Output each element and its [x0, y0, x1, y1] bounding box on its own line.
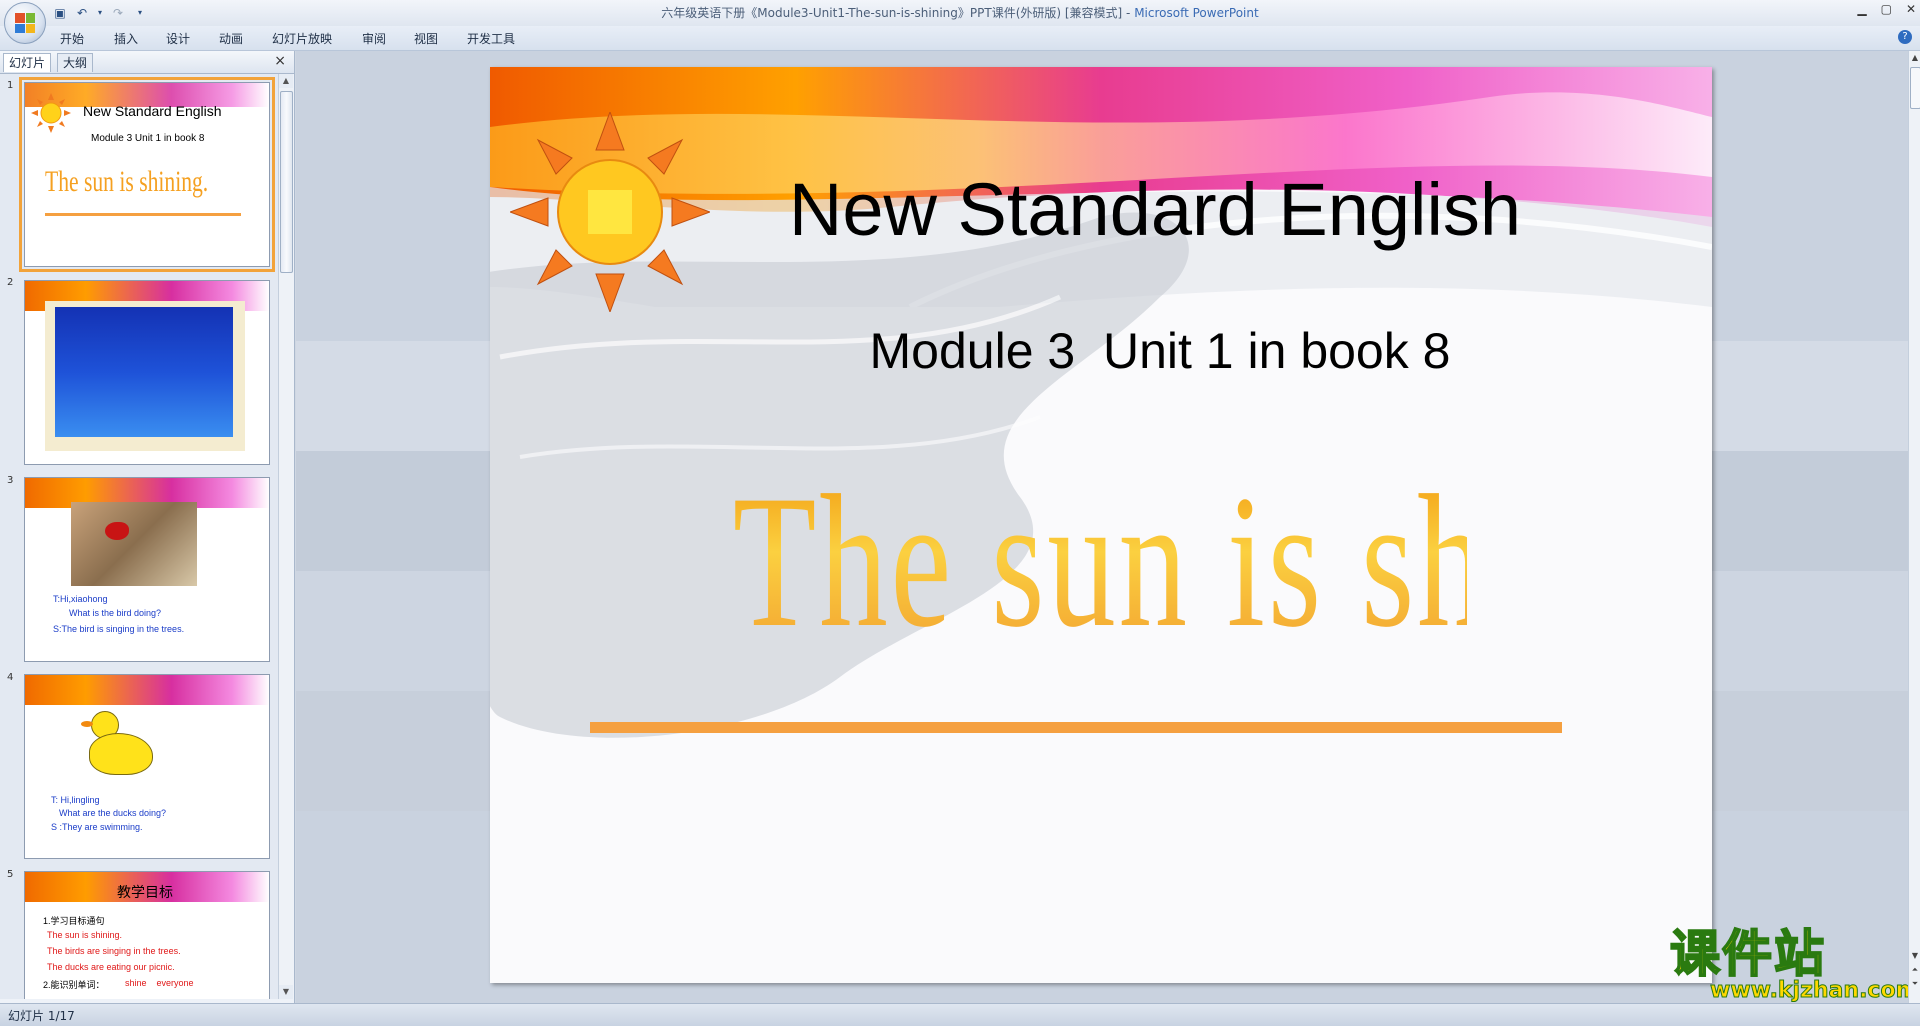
site-watermark: 课件站 www.kjzhan.com [1669, 925, 1919, 1004]
thumbnail-slide-1[interactable]: New Standard English Module 3 Unit 1 in … [19, 77, 275, 272]
thumbnail-slide-3[interactable]: T:Hi,xiaohong What is the bird doing? S:… [24, 477, 270, 662]
redo-icon[interactable]: ↷ [110, 5, 126, 21]
office-logo-icon [15, 13, 35, 33]
thumbnail-line: The birds are singing in the trees. [47, 946, 181, 956]
previous-slide-icon[interactable]: ⏶ [1909, 965, 1920, 975]
sun-icon [510, 112, 710, 312]
document-title: 六年级英语下册《Module3-Unit1-The-sun-is-shining… [661, 6, 1135, 20]
slides-panel: 幻灯片 大纲 × 1 New Standard English Module 3… [0, 51, 295, 1003]
next-slide-icon[interactable]: ⏷ [1909, 979, 1920, 989]
thumbnail-slide-5[interactable]: 教学目标 1.学习目标通句 The sun is shining. The bi… [24, 871, 270, 999]
watermark-logo-text: 课件站 [1669, 925, 1826, 983]
thumbnail-wordart: The sun is shining. [45, 165, 209, 198]
tab-slides[interactable]: 幻灯片 [3, 53, 52, 72]
tab-view[interactable]: 视图 [414, 30, 438, 47]
thumbnail-line: What are the ducks doing? [59, 808, 167, 818]
office-button[interactable] [4, 2, 46, 44]
thumbnail-line: The ducks are eating our picnic. [47, 962, 175, 972]
thumbnail-subtitle: Module 3 Unit 1 in book 8 [91, 133, 205, 144]
thumbnail-line: S :They are swimming. [51, 822, 143, 832]
slide-wordart[interactable]: The sun is shining. [733, 462, 1712, 662]
thumbnail-line: S:The bird is singing in the trees. [53, 624, 185, 634]
tab-insert[interactable]: 插入 [114, 30, 138, 47]
thumbnail-line: What is the bird doing? [69, 608, 162, 618]
quick-access-toolbar: ▣ ↶ ▾ ↷ ▾ [52, 3, 148, 23]
panel-tabs: 幻灯片 大纲 × [0, 51, 294, 74]
tab-developer[interactable]: 开发工具 [467, 30, 515, 47]
thumbnail-number: 1 [7, 80, 14, 91]
save-icon[interactable]: ▣ [52, 5, 68, 21]
current-slide[interactable]: New Standard English Module 3 Unit 1 in … [490, 67, 1712, 983]
maximize-icon[interactable]: ▢ [1881, 2, 1892, 16]
tab-review[interactable]: 审阅 [362, 30, 386, 47]
scrollbar-thumb[interactable] [280, 91, 293, 273]
thumbnail-line: 1.学习目标通句 [43, 916, 105, 926]
close-icon[interactable]: ✕ [1906, 2, 1916, 16]
scroll-down-icon[interactable]: ▼ [279, 985, 293, 999]
ribbon-tabs: 开始 插入 设计 动画 幻灯片放映 审阅 视图 开发工具 [0, 26, 1920, 51]
scroll-down-icon[interactable]: ▼ [1909, 951, 1920, 961]
tab-slideshow[interactable]: 幻灯片放映 [272, 30, 332, 47]
thumbnail-title: 教学目标 [117, 884, 173, 900]
thumbnail-number: 4 [7, 672, 14, 683]
scrollbar-thumb[interactable] [1910, 67, 1920, 109]
customize-toolbar-icon[interactable]: ▾ [132, 5, 148, 21]
thumbnail-number: 5 [7, 869, 14, 880]
thumbnail-number: 3 [7, 475, 14, 486]
slide-counter: 幻灯片 1/17 [8, 1009, 75, 1023]
bird-image [71, 502, 197, 586]
thumbnail-line: 2.能识别单词： [43, 980, 105, 990]
thumbnail-line: shine everyone [125, 978, 194, 988]
tab-outline[interactable]: 大纲 [57, 53, 94, 72]
thumbnail-line: The sun is shining. [47, 930, 123, 940]
thumbnail-list: 1 New Standard English Module 3 Unit 1 i… [0, 74, 278, 999]
wordart-underline [590, 722, 1562, 733]
thumbnail-title: New Standard English [83, 103, 222, 119]
slide-scrollbar[interactable]: ▲ ▼ ⏶ ⏷ [1908, 51, 1920, 1003]
duck-image [81, 703, 169, 783]
thumbnail-slide-4[interactable]: T: Hi,lingling What are the ducks doing?… [24, 674, 270, 859]
title-bar: 六年级英语下册《Module3-Unit1-The-sun-is-shining… [0, 0, 1920, 27]
watermark-url: www.kjzhan.com [1710, 978, 1920, 1004]
sun-icon [31, 93, 71, 133]
thumbnail-number: 2 [7, 277, 14, 288]
tab-animations[interactable]: 动画 [219, 30, 243, 47]
panel-close-icon[interactable]: × [274, 53, 286, 69]
tab-home[interactable]: 开始 [60, 30, 84, 47]
scroll-up-icon[interactable]: ▲ [1909, 53, 1920, 63]
window-controls: ▁ ▢ ✕ [1857, 2, 1916, 16]
undo-icon[interactable]: ↶ [74, 5, 90, 21]
scroll-up-icon[interactable]: ▲ [279, 74, 293, 88]
thumbnail-image [55, 307, 233, 437]
thumbnail-line: T:Hi,xiaohong [53, 594, 108, 604]
thumbnail-slide-2[interactable] [24, 280, 270, 465]
thumbnail-scrollbar[interactable]: ▲ ▼ [278, 74, 293, 999]
window-title: 六年级英语下册《Module3-Unit1-The-sun-is-shining… [0, 4, 1920, 21]
thumbnail-line: T: Hi,lingling [51, 795, 100, 805]
app-name: Microsoft PowerPoint [1134, 6, 1259, 20]
slide-title[interactable]: New Standard English [775, 167, 1535, 252]
status-bar: 幻灯片 1/17 [0, 1003, 1920, 1026]
slide-subtitle[interactable]: Module 3 Unit 1 in book 8 [790, 322, 1530, 380]
help-icon[interactable]: ? [1898, 30, 1912, 44]
tab-design[interactable]: 设计 [166, 30, 190, 47]
undo-dropdown-icon[interactable]: ▾ [96, 5, 104, 21]
minimize-icon[interactable]: ▁ [1857, 2, 1866, 16]
